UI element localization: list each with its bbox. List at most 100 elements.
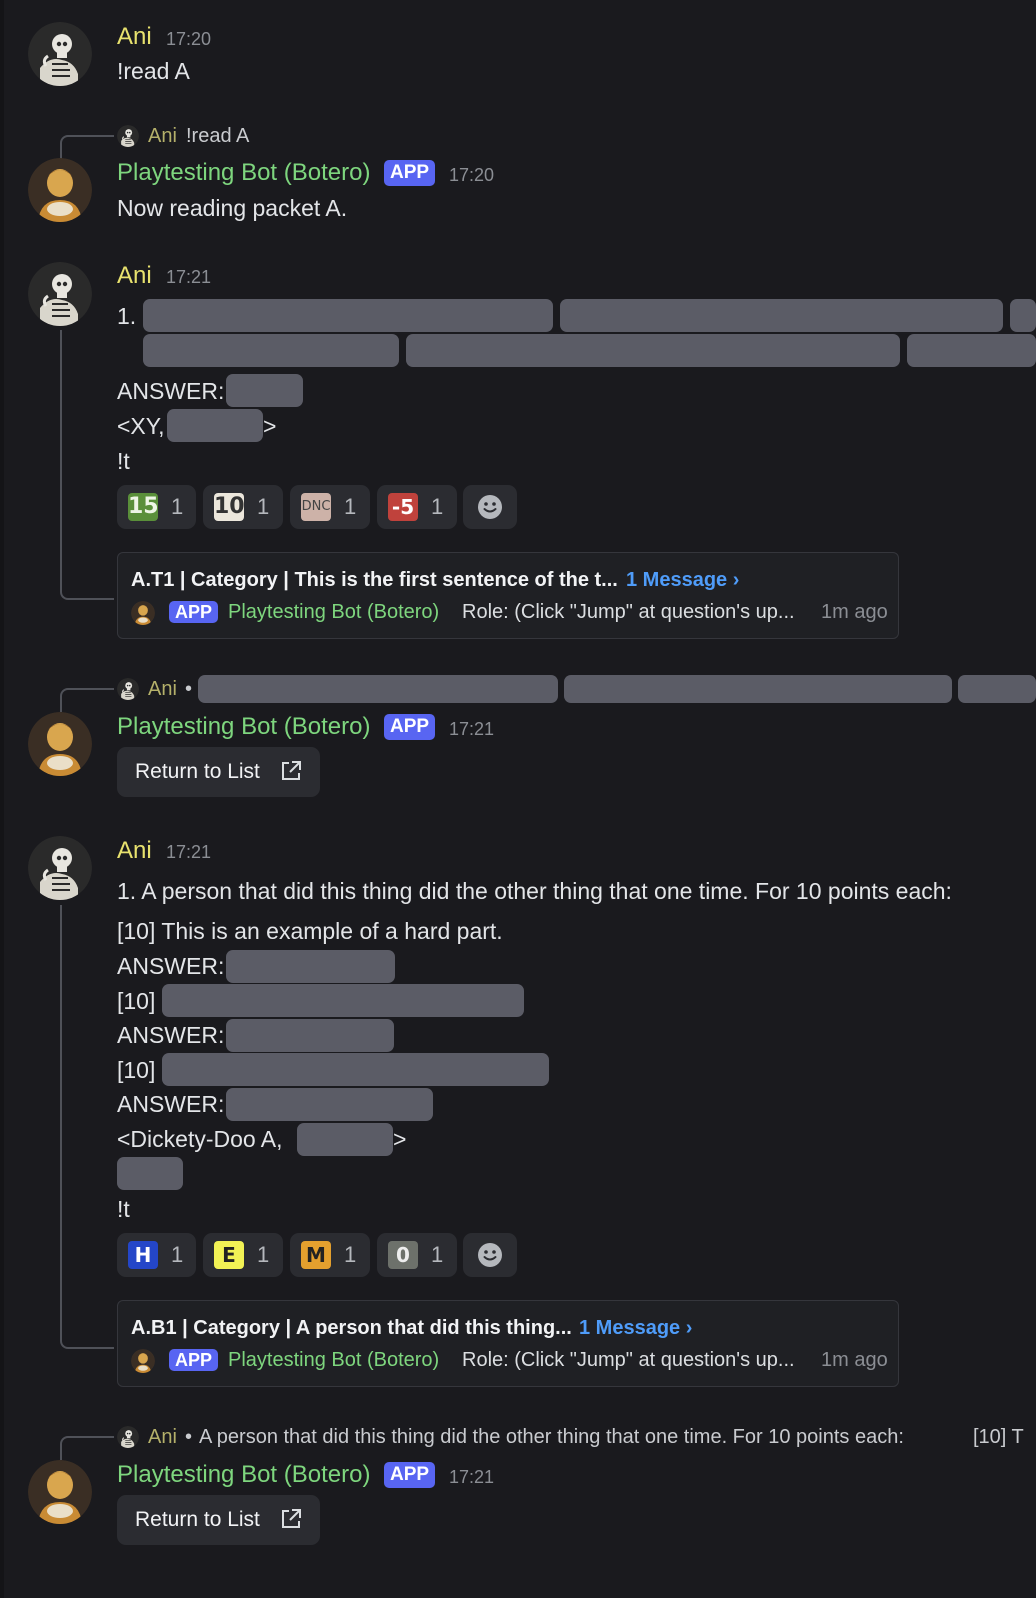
message-timestamp: 17:21 xyxy=(166,842,212,862)
message-timestamp: 17:20 xyxy=(449,165,495,185)
thread-message-count-link[interactable]: 1 Message › xyxy=(626,567,739,593)
author-name[interactable]: Playtesting Bot (Botero) xyxy=(117,158,370,188)
bonus-part-2: [10] xyxy=(117,988,156,1014)
spoiler-block[interactable] xyxy=(162,984,524,1017)
command-text: !t xyxy=(117,448,130,474)
reply-author-name[interactable]: Ani xyxy=(148,676,177,702)
dnc-icon: DNC xyxy=(301,493,331,521)
zero-icon: 0 xyxy=(388,1241,418,1269)
spoiler-block[interactable] xyxy=(226,374,303,407)
spoiler-block[interactable] xyxy=(198,675,558,703)
reaction-count: 1 xyxy=(344,494,357,519)
spoiler-block[interactable] xyxy=(167,409,263,442)
bot-avatar[interactable] xyxy=(28,712,92,776)
reply-connector xyxy=(60,135,114,159)
reply-avatar[interactable] xyxy=(117,125,139,147)
ani-avatar[interactable] xyxy=(28,262,92,326)
thread-last-message-preview: Role: (Click "Jump" at question's up... xyxy=(462,1349,795,1371)
reaction-0[interactable]: 0 1 xyxy=(377,1233,457,1277)
reaction-count: 1 xyxy=(171,1242,184,1267)
bot-avatar[interactable] xyxy=(28,1460,92,1524)
thread-card[interactable]: A.B1 | Category | A person that did this… xyxy=(117,1300,899,1387)
return-to-list-button[interactable]: Return to List xyxy=(117,1495,320,1545)
spoiler-block[interactable] xyxy=(226,950,395,983)
answer-label: ANSWER: xyxy=(117,1091,225,1117)
app-badge: APP xyxy=(384,1462,436,1488)
author-name[interactable]: Ani xyxy=(117,261,152,291)
reply-connector xyxy=(60,688,114,712)
add-reaction-button[interactable] xyxy=(463,485,517,529)
thread-title[interactable]: A.B1 | Category | A person that did this… xyxy=(131,1315,572,1341)
author-name[interactable]: Ani xyxy=(117,836,152,866)
reply-author-name[interactable]: Ani xyxy=(148,123,177,149)
tag-close: > xyxy=(263,413,277,439)
thread-last-author: Playtesting Bot (Botero) xyxy=(228,1349,440,1371)
spoiler-block[interactable] xyxy=(297,1123,393,1156)
spoiler-block[interactable] xyxy=(226,1088,433,1121)
external-link-icon xyxy=(282,1509,301,1528)
bonus-part-3: [10] xyxy=(117,1057,156,1083)
external-link-icon xyxy=(282,761,301,780)
author-name[interactable]: Playtesting Bot (Botero) xyxy=(117,1460,370,1490)
ani-avatar[interactable] xyxy=(28,22,92,86)
reaction-e[interactable]: E 1 xyxy=(203,1233,283,1277)
app-badge: APP xyxy=(384,160,436,186)
bot-avatar[interactable] xyxy=(28,158,92,222)
reaction-dnc[interactable]: DNC 1 xyxy=(290,485,370,529)
reply-author-name[interactable]: Ani xyxy=(148,1424,177,1450)
reaction-h[interactable]: H 1 xyxy=(117,1233,196,1277)
author-name[interactable]: Playtesting Bot (Botero) xyxy=(117,712,370,742)
bonus-leadin: 1. A person that did this thing did the … xyxy=(117,878,952,904)
reaction-count: 1 xyxy=(344,1242,357,1267)
spoiler-block[interactable] xyxy=(406,334,900,367)
reaction-count: 1 xyxy=(171,494,184,519)
reply-separator: • xyxy=(185,1426,193,1448)
spoiler-block[interactable] xyxy=(958,675,1036,703)
answer-label: ANSWER: xyxy=(117,378,225,404)
reply-avatar[interactable] xyxy=(117,678,139,700)
reply-avatar[interactable] xyxy=(117,1426,139,1448)
thread-last-activity: 1m ago xyxy=(821,1349,888,1371)
thread-connector xyxy=(60,330,114,600)
spoiler-block[interactable] xyxy=(1010,299,1036,332)
reply-preview-text-continued[interactable]: [10] T xyxy=(973,1424,1036,1450)
spoiler-block[interactable] xyxy=(907,334,1036,367)
reaction-count: 1 xyxy=(257,494,270,519)
spoiler-block[interactable] xyxy=(560,299,1003,332)
spoiler-block[interactable] xyxy=(564,675,952,703)
add-reaction-button[interactable] xyxy=(463,1233,517,1277)
thread-title[interactable]: A.T1 | Category | This is the first sent… xyxy=(131,567,618,593)
message-timestamp: 17:21 xyxy=(166,267,212,287)
letter-m-icon: M xyxy=(301,1241,331,1269)
bonus-part-1: [10] This is an example of a hard part. xyxy=(117,918,503,944)
button-label: Return to List xyxy=(135,760,260,783)
reaction-10[interactable]: 10 1 xyxy=(203,485,283,529)
spoiler-block[interactable] xyxy=(226,1019,394,1052)
reaction-count: 1 xyxy=(431,1242,444,1267)
reaction-minus-5[interactable]: -5 1 xyxy=(377,485,457,529)
answer-label: ANSWER: xyxy=(117,1022,225,1048)
ani-avatar[interactable] xyxy=(28,836,92,900)
return-to-list-button[interactable]: Return to List xyxy=(117,747,320,797)
button-label: Return to List xyxy=(135,1508,260,1531)
thread-last-activity: 1m ago xyxy=(821,601,888,623)
reply-connector xyxy=(60,1436,114,1460)
reply-preview-text[interactable]: A person that did this thing did the oth… xyxy=(199,1424,939,1450)
thread-card[interactable]: A.T1 | Category | This is the first sent… xyxy=(117,552,899,639)
reaction-15[interactable]: 15 1 xyxy=(117,485,196,529)
ten-icon: 10 xyxy=(214,493,245,521)
minus-five-icon: -5 xyxy=(388,493,418,521)
reaction-m[interactable]: M 1 xyxy=(290,1233,370,1277)
thread-last-author: Playtesting Bot (Botero) xyxy=(228,601,440,623)
spoiler-block[interactable] xyxy=(143,299,553,332)
author-name[interactable]: Ani xyxy=(117,22,152,52)
spoiler-block[interactable] xyxy=(143,334,399,367)
spoiler-block[interactable] xyxy=(117,1157,183,1190)
thread-connector xyxy=(60,905,114,1349)
reaction-count: 1 xyxy=(431,494,444,519)
command-text: !t xyxy=(117,1196,130,1222)
reply-preview-text[interactable]: !read A xyxy=(186,123,249,149)
spoiler-block[interactable] xyxy=(162,1053,549,1086)
fifteen-icon: 15 xyxy=(128,493,159,521)
thread-message-count-link[interactable]: 1 Message › xyxy=(579,1315,692,1341)
